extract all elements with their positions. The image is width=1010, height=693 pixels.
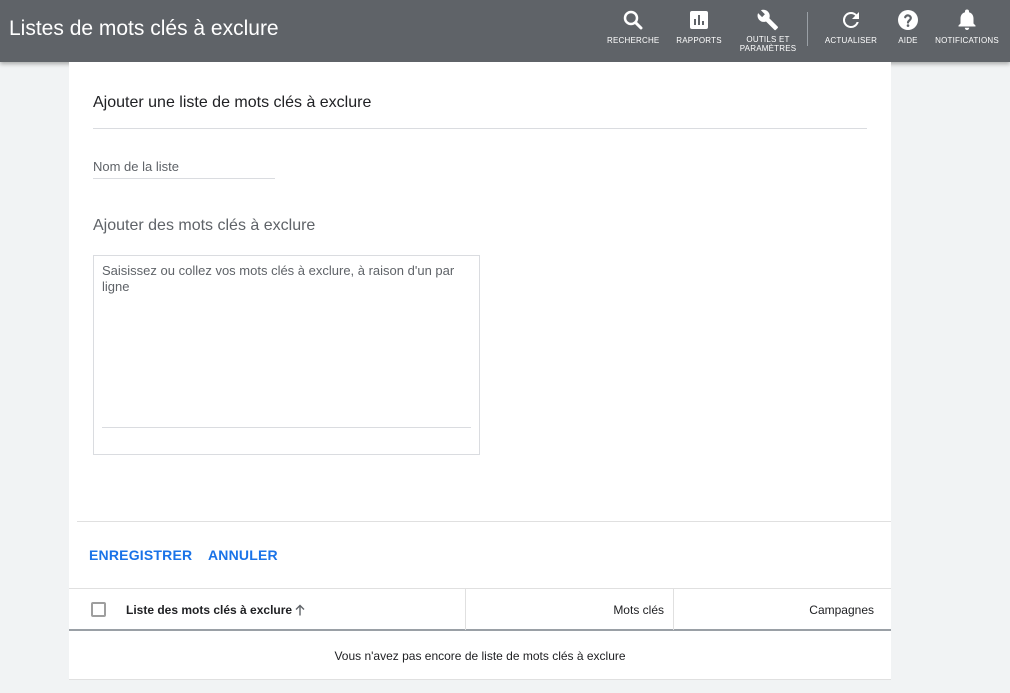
bell-icon (958, 9, 976, 30)
actions-divider (77, 521, 891, 522)
column-header-keywords[interactable]: Mots clés (613, 603, 664, 617)
search-icon (623, 10, 643, 30)
save-button[interactable]: ENREGISTRER (89, 547, 192, 563)
negative-keyword-list-card: Ajouter une liste de mots clés à exclure… (69, 62, 891, 680)
table-header: Liste des mots clés à exclure Mots clés … (69, 588, 891, 631)
column-header-campaigns[interactable]: Campagnes (809, 603, 874, 617)
form-title: Ajouter une liste de mots clés à exclure (93, 94, 372, 111)
refresh-icon (842, 11, 859, 28)
tools-label-line2: PARAMÈTRES (739, 44, 797, 53)
list-name-input[interactable] (93, 146, 275, 179)
reports-button[interactable]: RAPPORTS (675, 8, 723, 45)
page-title: Listes de mots clés à exclure (9, 17, 279, 40)
tools-label-line1: OUTILS ET (746, 35, 790, 44)
tools-settings-button[interactable]: OUTILS ET PARAMÈTRES (737, 8, 799, 53)
column-separator (673, 589, 674, 630)
bar-chart-icon (690, 11, 708, 29)
arrow-up-icon[interactable] (293, 603, 307, 617)
header-divider (807, 12, 808, 46)
help-icon (898, 10, 918, 30)
column-header-list-name[interactable]: Liste des mots clés à exclure (126, 603, 292, 617)
title-divider (93, 128, 867, 129)
refresh-label: ACTUALISER (824, 36, 878, 45)
notifications-button[interactable]: NOTIFICATIONS (935, 8, 999, 45)
reports-label: RAPPORTS (676, 36, 722, 45)
keywords-section-title: Ajouter des mots clés à exclure (93, 217, 316, 234)
help-button[interactable]: AIDE (893, 8, 923, 45)
notifications-label: NOTIFICATIONS (935, 36, 999, 45)
column-separator (465, 589, 466, 630)
cancel-button[interactable]: ANNULER (208, 547, 278, 563)
select-all-checkbox[interactable] (91, 602, 106, 617)
help-label: AIDE (898, 36, 918, 45)
keywords-box (93, 255, 480, 455)
empty-table-message: Vous n'avez pas encore de liste de mots … (69, 633, 891, 680)
search-label: RECHERCHE (607, 36, 660, 45)
search-button[interactable]: RECHERCHE (607, 8, 659, 45)
refresh-button[interactable]: ACTUALISER (824, 8, 878, 45)
keywords-underline (102, 427, 471, 428)
keywords-textarea[interactable] (102, 263, 472, 423)
wrench-icon (757, 9, 778, 31)
app-header: Listes de mots clés à exclure RECHERCHE … (0, 0, 1010, 62)
